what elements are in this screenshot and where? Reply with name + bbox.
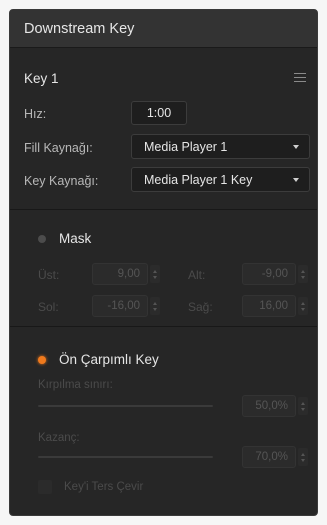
gain-input[interactable]: 70,0% — [242, 446, 296, 468]
premultiplied-key-section: Ön Çarpımlı Key Kırpılma sınırı: 50,0% K… — [10, 327, 317, 515]
mask-left-stepper[interactable] — [150, 297, 160, 315]
mask-section: Mask Üst: 9,00 Alt: -9,00 Sol: -16,00 Sa… — [10, 210, 317, 327]
mask-left-input[interactable]: -16,00 — [92, 295, 148, 317]
mask-toggle[interactable] — [38, 235, 46, 243]
gain-stepper[interactable] — [298, 448, 308, 466]
invert-key-checkbox[interactable] — [38, 480, 52, 494]
key-source-value: Media Player 1 Key — [144, 172, 253, 187]
chevron-down-icon — [293, 177, 299, 182]
clip-stepper[interactable] — [298, 397, 308, 415]
mask-right-value: 16,00 — [259, 300, 288, 312]
invert-key-label: Key'i Ters Çevir — [64, 481, 144, 493]
premultiplied-title: Ön Çarpımlı Key — [59, 352, 159, 367]
downstream-key-panel: Downstream Key Key 1 Hız: 1:00 Fill Kayn… — [9, 9, 318, 516]
premultiplied-toggle[interactable] — [38, 356, 46, 364]
key-source-label: Key Kaynağı: — [24, 174, 99, 188]
key-source-select[interactable]: Media Player 1 Key — [131, 167, 310, 192]
mask-top-value: 9,00 — [117, 268, 140, 280]
fill-source-value: Media Player 1 — [144, 139, 228, 154]
rate-input[interactable]: 1:00 — [131, 101, 187, 125]
gain-value: 70,0% — [255, 451, 288, 463]
mask-bottom-label: Alt: — [188, 268, 206, 282]
clip-value: 50,0% — [255, 400, 288, 412]
mask-top-input[interactable]: 9,00 — [92, 263, 148, 285]
panel-header: Downstream Key — [10, 10, 317, 48]
rate-label: Hız: — [24, 107, 47, 121]
gain-slider[interactable] — [38, 456, 213, 458]
fill-source-label: Fill Kaynağı: — [24, 141, 93, 155]
mask-right-label: Sağ: — [188, 300, 213, 314]
clip-label: Kırpılma sınırı: — [38, 379, 113, 391]
clip-slider[interactable] — [38, 405, 213, 407]
mask-bottom-value: -9,00 — [261, 268, 288, 280]
fill-source-select[interactable]: Media Player 1 — [131, 134, 310, 159]
clip-input[interactable]: 50,0% — [242, 395, 296, 417]
mask-left-value: -16,00 — [107, 300, 140, 312]
gain-label: Kazanç: — [38, 432, 80, 444]
panel-title: Downstream Key — [24, 20, 135, 37]
mask-right-stepper[interactable] — [298, 297, 308, 315]
mask-title: Mask — [59, 231, 92, 246]
mask-right-input[interactable]: 16,00 — [242, 295, 296, 317]
rate-value: 1:00 — [146, 106, 172, 120]
mask-left-label: Sol: — [38, 300, 59, 314]
mask-bottom-stepper[interactable] — [298, 265, 308, 283]
mask-top-stepper[interactable] — [150, 265, 160, 283]
key-section: Key 1 Hız: 1:00 Fill Kaynağı: Media Play… — [10, 48, 317, 210]
key-title: Key 1 — [24, 71, 59, 86]
chevron-down-icon — [293, 144, 299, 149]
mask-bottom-input[interactable]: -9,00 — [242, 263, 296, 285]
menu-icon[interactable] — [294, 73, 306, 82]
mask-top-label: Üst: — [38, 268, 60, 282]
